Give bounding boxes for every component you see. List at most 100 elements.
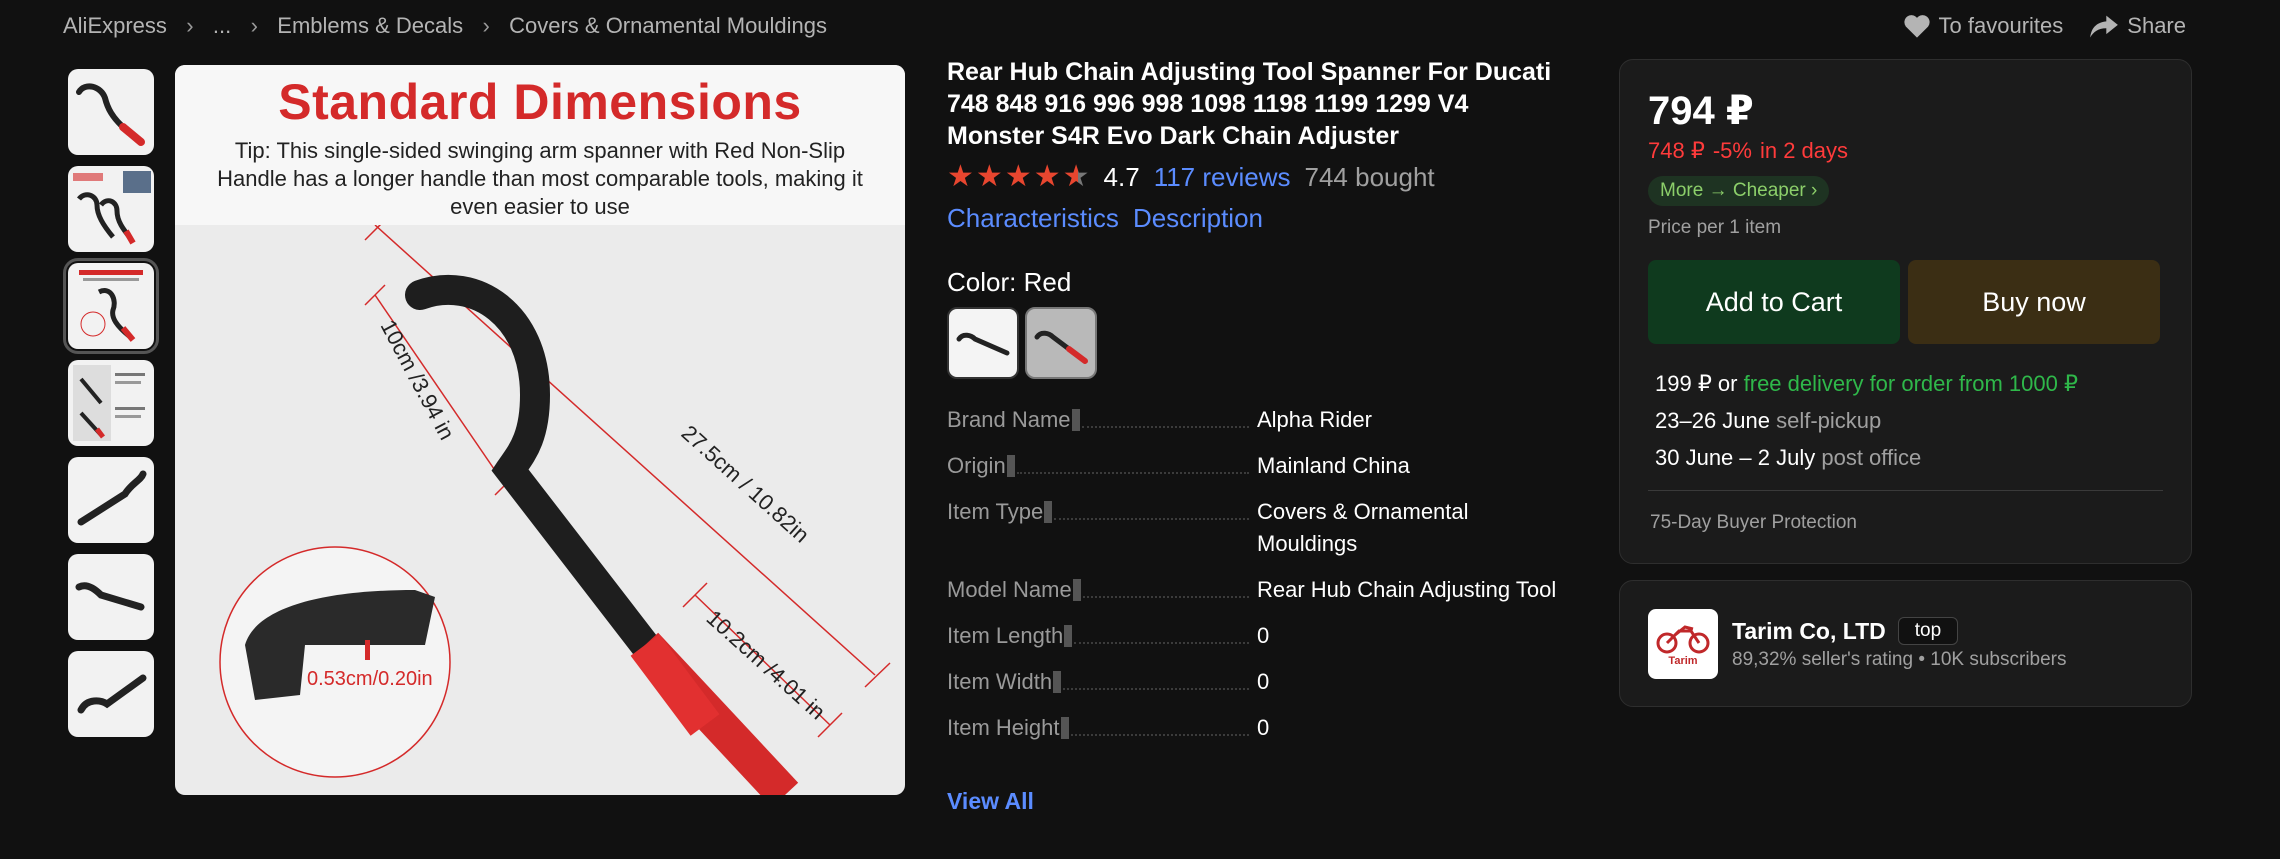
spec-value: 0 [1257, 623, 1270, 648]
reviews-link[interactable]: 117 reviews [1154, 162, 1291, 193]
star-icon: ★ [947, 160, 974, 193]
breadcrumb-item-aliexpress[interactable]: AliExpress [63, 13, 167, 39]
seller-logo: Tarim [1648, 609, 1718, 679]
rating-value: 4.7 [1103, 161, 1140, 192]
seller-name[interactable]: Tarim Co, LTD [1732, 618, 1886, 645]
buyer-protection[interactable]: 75-Day Buyer Protection [1650, 512, 1857, 534]
color-label: Color: Red [947, 267, 1072, 297]
dimensions-thumbnail-image [79, 270, 143, 342]
share-button[interactable]: Share [2089, 13, 2186, 39]
spanner-pair-thumbnail-image [73, 171, 151, 245]
buy-box: 794 ₽ 748 ₽ -5% in 2 days More → Cheaper… [1619, 59, 2192, 564]
pickup-line: 23–26 June self-pickup [1655, 402, 2078, 439]
spec-row: Item Height 0 [947, 712, 1557, 744]
spanner-swatch-image [956, 332, 1010, 356]
pickup-label: self-pickup [1776, 408, 1882, 433]
image-header: Standard Dimensions Tip: This single-sid… [175, 65, 905, 225]
breadcrumb-item-ellipsis[interactable]: ... [213, 13, 231, 39]
color-swatch-black[interactable] [947, 307, 1019, 379]
price-forecast: 748 ₽ -5% in 2 days [1648, 138, 1848, 164]
favourites-label: To favourites [1938, 13, 2064, 38]
spec-value: Covers & Ornamental Mouldings [1257, 499, 1469, 556]
spec-key: Model Name [947, 577, 1072, 602]
add-to-cart-button[interactable]: Add to Cart [1648, 260, 1900, 344]
more-cheaper-badge[interactable]: More → Cheaper › [1648, 176, 1830, 206]
thumbnail-7[interactable] [68, 651, 154, 737]
spanner-red-swatch-image [1034, 330, 1088, 364]
breadcrumb-item-covers[interactable]: Covers & Ornamental Mouldings [509, 13, 827, 39]
dimension-label-hook: 10cm /3.94 in [376, 316, 460, 444]
spec-key: Item Type [947, 499, 1044, 524]
chevron-right-icon: › [1805, 180, 1818, 201]
view-all-link[interactable]: View All [947, 788, 1034, 815]
spec-value: Rear Hub Chain Adjusting Tool [1257, 577, 1557, 602]
image-tip: Tip: This single-sided swinging arm span… [217, 138, 863, 219]
info-links: Characteristics Description [947, 203, 1263, 234]
thumbnail-1[interactable] [68, 69, 154, 155]
discount-percent: -5% [1712, 138, 1752, 163]
spec-key: Item Height [947, 715, 1060, 740]
spanner-hook-thumbnail-image [77, 674, 147, 714]
post-office-line: 30 June – 2 July post office [1655, 439, 2078, 476]
star-icon: ★ [975, 160, 1003, 193]
spec-row: Item Width 0 [947, 666, 1557, 698]
spec-value: 0 [1257, 669, 1270, 694]
bought-count: 744 bought [1304, 161, 1435, 192]
delivery-info: 199 ₽ or free delivery for order from 10… [1655, 365, 2078, 476]
spec-row: Model Name Rear Hub Chain Adjusting Tool [947, 574, 1557, 606]
share-icon [2090, 15, 2119, 38]
star-rating: ★ ★ ★ ★ ★ [947, 162, 1090, 192]
product-title: Rear Hub Chain Adjusting Tool Spanner Fo… [947, 58, 1552, 150]
thumbnail-6[interactable] [68, 554, 154, 640]
favourites-button[interactable]: To favourites [1903, 13, 2064, 39]
thumbnail-4[interactable] [68, 360, 154, 446]
chevron-right-icon: › [482, 13, 490, 38]
color-swatch-red[interactable] [1025, 307, 1097, 379]
image-title: Standard Dimensions [278, 74, 802, 130]
main-product-image[interactable]: Standard Dimensions Tip: This single-sid… [175, 65, 905, 795]
future-price: 748 ₽ [1648, 138, 1705, 163]
price-per-item: Price per 1 item [1648, 217, 1782, 238]
price-timing: in 2 days [1759, 138, 1849, 163]
dimension-label-detail: 0.53cm/0.20in [307, 668, 433, 690]
color-swatches [947, 307, 1097, 379]
top-seller-badge: top [1897, 617, 1959, 645]
thumbnail-3[interactable] [63, 258, 159, 354]
star-icon: ★ [1033, 160, 1061, 193]
characteristics-link[interactable]: Characteristics [947, 203, 1119, 234]
breadcrumb-item-emblems[interactable]: Emblems & Decals [277, 13, 463, 39]
spec-key: Origin [947, 453, 1006, 478]
thumbnail-2[interactable] [68, 166, 154, 252]
share-label: Share [2127, 13, 2186, 38]
heart-icon [1903, 15, 1930, 38]
description-link[interactable]: Description [1133, 203, 1263, 234]
spec-value: 0 [1257, 715, 1270, 740]
price: 794 ₽ [1648, 89, 1754, 133]
spec-row: Origin Mainland China [947, 450, 1557, 482]
top-actions: To favourites Share [1903, 12, 2186, 40]
thumbnail-list [63, 69, 159, 748]
spec-row: Item Type Covers & Ornamental Mouldings [947, 496, 1557, 560]
post-label: post office [1821, 445, 1922, 470]
spanner-thumbnail-image [76, 83, 145, 146]
before-after-thumbnail-image [73, 365, 145, 441]
spec-row: Item Length 0 [947, 620, 1557, 652]
delivery-cost-line: 199 ₽ or free delivery for order from 10… [1655, 365, 2078, 402]
breadcrumb: AliExpress › ... › Emblems & Decals › Co… [63, 12, 827, 40]
spec-row: Brand Name Alpha Rider [947, 404, 1557, 436]
seller-card[interactable]: Tarim Tarim Co, LTD top 89,32% seller's … [1619, 580, 2192, 707]
dimension-label-total: 27.5cm / 10.82in [677, 420, 815, 547]
spec-key: Item Width [947, 669, 1053, 694]
spec-value: Mainland China [1257, 453, 1410, 478]
seller-logo-text: Tarim [1668, 655, 1698, 667]
chevron-right-icon: › [186, 13, 194, 38]
spanner-side-thumbnail-image [77, 470, 147, 526]
star-half-icon: ★ [1062, 160, 1090, 193]
divider [1648, 490, 2163, 491]
spanner-dimensions-illustration: 10cm /3.94 in 27.5cm / 10.82in 10.2cm /4… [219, 225, 891, 795]
buy-now-button[interactable]: Buy now [1908, 260, 2160, 344]
spec-key: Item Length [947, 623, 1064, 648]
thumbnail-5[interactable] [68, 457, 154, 543]
more-cheaper-label: More → Cheaper [1660, 180, 1806, 201]
spanner-flat-thumbnail-image [75, 582, 145, 611]
